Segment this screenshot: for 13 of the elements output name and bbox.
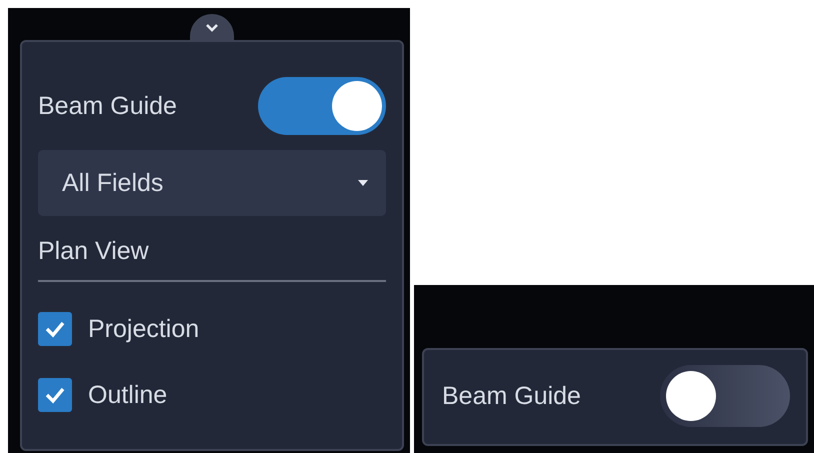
checkbox[interactable] xyxy=(38,312,72,346)
checkbox[interactable] xyxy=(38,378,72,412)
checkbox-label: Projection xyxy=(88,314,200,344)
checkbox-label: Outline xyxy=(88,380,168,410)
caret-icon xyxy=(358,180,368,186)
checkmark-icon xyxy=(44,386,66,404)
fields-dropdown[interactable]: All Fields xyxy=(38,150,386,216)
chevron-down-icon xyxy=(205,22,219,32)
checkmark-icon xyxy=(44,320,66,338)
toggle-label: Beam Guide xyxy=(442,382,581,410)
collapse-tab[interactable] xyxy=(190,14,234,40)
toggle-label: Beam Guide xyxy=(38,92,177,120)
section-heading: Plan View xyxy=(38,236,150,267)
